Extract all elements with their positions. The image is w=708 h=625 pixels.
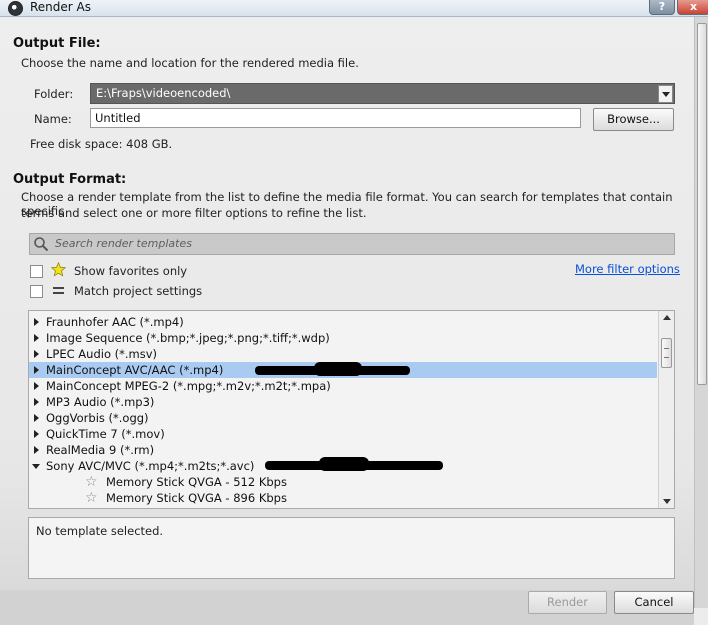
window-title: Render As [30,0,91,14]
expand-arrow-icon[interactable] [34,382,39,390]
template-child-row[interactable]: ☆ Memory Stick QVGA - 512 Kbps [29,474,657,490]
template-details-box: No template selected. [28,517,675,579]
template-row[interactable]: RealMedia 9 (*.rm) [29,442,657,458]
output-file-heading: Output File: [13,36,101,51]
output-file-description: Choose the name and location for the ren… [21,56,359,70]
chevron-down-icon[interactable] [658,85,673,103]
template-row[interactable]: QuickTime 7 (*.mov) [29,426,657,442]
name-label: Name: [34,112,72,126]
expand-arrow-icon[interactable] [34,430,39,438]
template-row[interactable]: MainConcept MPEG-2 (*.mpg;*.m2v;*.m2t;*.… [29,378,657,394]
expand-arrow-icon[interactable] [34,318,39,326]
dialog-body: Output File: Choose the name and locatio… [0,17,694,625]
name-field[interactable] [90,108,581,128]
search-placeholder: Search render templates [55,237,192,250]
template-row[interactable]: Fraunhofer AAC (*.mp4) [29,314,657,330]
list-scroll-thumb[interactable] [661,338,672,368]
template-child-row[interactable]: ☆ Memory Stick QVGA - 896 Kbps [29,490,657,506]
folder-value: E:\Fraps\videoencoded\ [96,86,231,100]
free-disk-space: Free disk space: 408 GB. [30,137,173,151]
help-button[interactable]: ? [649,0,675,15]
cancel-button[interactable]: Cancel [614,591,694,614]
expand-arrow-icon[interactable] [34,350,39,358]
more-filter-options-link[interactable]: More filter options [575,262,680,276]
output-format-heading: Output Format: [13,172,127,187]
expand-arrow-icon[interactable] [34,334,39,342]
template-row[interactable]: OggVorbis (*.ogg) [29,410,657,426]
search-input[interactable]: Search render templates [29,233,675,255]
expand-arrow-icon[interactable] [34,366,39,374]
match-project-checkbox[interactable] [30,285,43,298]
no-template-text: No template selected. [36,524,164,538]
scroll-down-icon[interactable] [659,494,674,504]
template-row[interactable]: Image Sequence (*.bmp;*.jpeg;*.png;*.tif… [29,330,657,346]
favorite-star-icon[interactable]: ☆ [85,491,98,505]
redaction-mark [314,362,362,376]
render-button[interactable]: Render [528,591,607,614]
dialog-scrollbar[interactable] [694,17,708,608]
folder-label: Folder: [34,87,74,101]
show-favorites-label: Show favorites only [74,264,188,278]
star-icon [51,262,66,277]
search-icon [34,237,49,252]
dialog-scroll-thumb[interactable] [697,23,707,385]
list-scrollbar[interactable] [658,311,674,508]
title-bar: Render As ? x [0,0,708,17]
browse-button[interactable]: Browse... [593,108,674,131]
expand-arrow-icon[interactable] [34,398,39,406]
favorite-star-icon[interactable]: ☆ [85,475,98,489]
template-list[interactable]: Fraunhofer AAC (*.mp4) Image Sequence (*… [28,310,675,509]
collapse-arrow-icon[interactable] [32,464,40,469]
close-button[interactable]: x [677,0,708,15]
template-row[interactable]: MP3 Audio (*.mp3) [29,394,657,410]
app-icon [8,1,23,16]
match-project-label: Match project settings [74,284,203,298]
redaction-mark [319,457,369,471]
expand-arrow-icon[interactable] [34,446,39,454]
output-format-description-2: terms and select one or more filter opti… [21,206,367,220]
show-favorites-checkbox[interactable] [30,265,43,278]
expand-arrow-icon[interactable] [34,414,39,422]
equals-icon [53,287,64,294]
scroll-up-icon[interactable] [659,315,674,325]
folder-dropdown[interactable]: E:\Fraps\videoencoded\ [90,83,675,104]
template-row[interactable]: LPEC Audio (*.msv) [29,346,657,362]
